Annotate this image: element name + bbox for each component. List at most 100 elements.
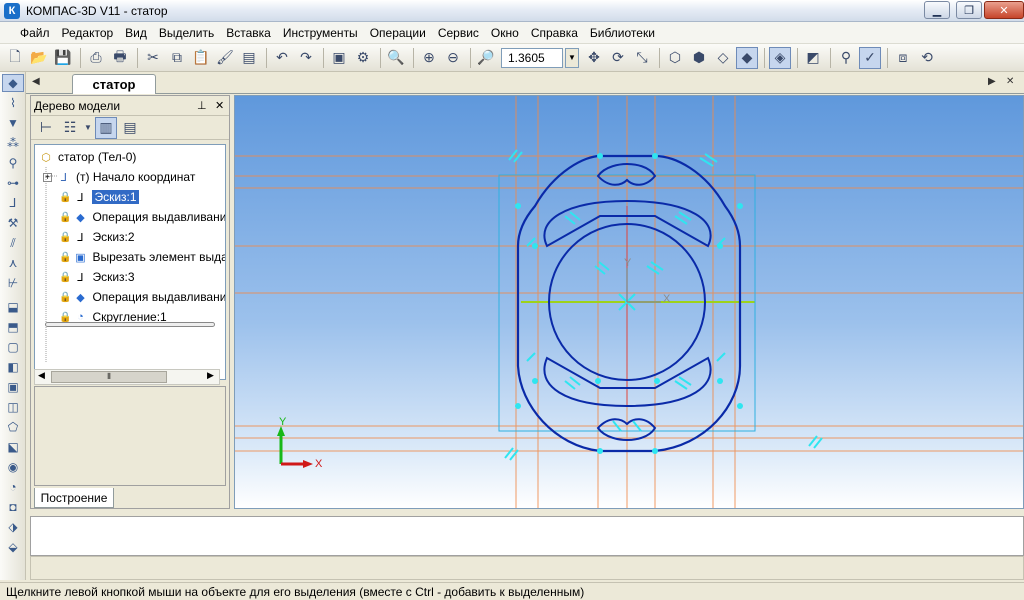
auxiliary-geometry-icon[interactable]: ⚲ [2, 154, 24, 172]
tree-node-extrude-1[interactable]: 🔒 ◆ Операция выдавливания:1 [59, 207, 225, 227]
cut-rotate-tool-icon[interactable]: ◫ [2, 398, 24, 416]
redo-icon[interactable]: ↷ [295, 47, 317, 69]
print-preview-icon[interactable]: ⎙ [85, 47, 107, 69]
tab-construction[interactable]: Построение [34, 488, 114, 508]
tree-view-mode-icon[interactable]: ☷ [59, 117, 81, 139]
tree-structure-icon[interactable]: ⊢ [35, 117, 57, 139]
refresh-icon[interactable]: ⟲ [916, 47, 938, 69]
tab-close-icon[interactable]: ✕ [1006, 76, 1014, 87]
undo-icon[interactable]: ↶ [271, 47, 293, 69]
tab-stator[interactable]: статор [72, 74, 156, 94]
scroll-right-icon[interactable]: ▶ [207, 370, 214, 381]
editing-mode-icon[interactable]: ◆ [2, 74, 24, 92]
diagnostics-icon[interactable]: ⅃ [2, 194, 24, 212]
rotate-tool-icon[interactable]: ⬒ [2, 318, 24, 336]
constraints-icon[interactable]: ⊬ [2, 274, 24, 292]
open-folder-icon[interactable]: 📂 [28, 47, 50, 69]
tab-scroll-left-icon[interactable]: ◀ [32, 76, 40, 87]
cut-kinematic-tool-icon[interactable]: ⬠ [2, 418, 24, 436]
wireframe-icon[interactable]: ⬡ [664, 47, 686, 69]
loft-tool-icon[interactable]: ◧ [2, 358, 24, 376]
zoom-input[interactable]: 1.3605 [501, 47, 563, 68]
menu-help[interactable]: Справка [525, 26, 584, 40]
sketch-icon: ⅃ [77, 271, 84, 284]
pin-icon[interactable]: ⊥ [197, 99, 207, 112]
minimize-button[interactable]: ▁ [924, 1, 950, 19]
tree-horizontal-scrollbar[interactable]: ◀ ⦀ ▶ [34, 369, 220, 385]
orientation-icon[interactable]: ⤡ [631, 47, 653, 69]
menu-file[interactable]: Файл [14, 26, 56, 40]
expand-icon[interactable]: + [43, 172, 52, 182]
tree-view-dropdown-icon[interactable]: ▼ [83, 117, 93, 139]
restore-button[interactable]: ❐ [956, 1, 982, 19]
tab-scroll-right-icon[interactable]: ▶ [988, 76, 996, 87]
save-icon[interactable]: 💾 [52, 47, 74, 69]
settings-icon[interactable]: ⚙ [352, 47, 374, 69]
print-icon[interactable]: 🖶 [109, 47, 131, 69]
list-icon[interactable]: ▤ [238, 47, 260, 69]
zoom-dynamic-icon[interactable]: 🔎 [475, 47, 497, 69]
menu-service[interactable]: Сервис [432, 26, 485, 40]
close-button[interactable]: ✕ [984, 1, 1024, 19]
tree-node-sketch-2[interactable]: 🔒 ⅃ Эскиз:2 [59, 227, 135, 247]
hole-tool-icon[interactable]: ◉ [2, 458, 24, 476]
model-viewport[interactable]: Y X Y X [234, 95, 1024, 509]
filter-icon[interactable]: ⚲ [835, 47, 857, 69]
snap-icon[interactable]: ✓ [859, 46, 881, 69]
thin-lines-icon[interactable]: ◇ [712, 47, 734, 69]
shaded-icon[interactable]: ◆ [736, 46, 758, 69]
scroll-left-icon[interactable]: ◀ [38, 370, 45, 381]
shell-tool-icon[interactable]: ⬙ [2, 538, 24, 556]
tree-node-extrude-2[interactable]: 🔒 ◆ Операция выдавливания:2 [59, 287, 225, 307]
menu-view[interactable]: Вид [119, 26, 153, 40]
tree-sequence-icon[interactable]: ▥ [95, 116, 117, 139]
manager-icon[interactable]: ▣ [328, 47, 350, 69]
zoom-dropdown-arrow[interactable]: ▼ [565, 47, 579, 68]
kinematic-tool-icon[interactable]: ▢ [2, 338, 24, 356]
tree-inner-scrollbar[interactable] [45, 322, 215, 327]
rotate-icon[interactable]: ⟳ [607, 47, 629, 69]
tree-node-sketch-1[interactable]: 🔒 ⅃ Эскиз:1 [59, 187, 139, 207]
scroll-thumb[interactable]: ⦀ [51, 371, 167, 383]
tree-node-cut-1[interactable]: 🔒 ▣ Вырезать элемент выдавливания:1 [59, 247, 225, 267]
tree-node-origin[interactable]: + ⅃ (т) Начало координат [43, 167, 195, 187]
new-document-icon[interactable]: 🗋 [4, 47, 26, 69]
menu-operations[interactable]: Операции [364, 26, 432, 40]
menu-tools[interactable]: Инструменты [277, 26, 364, 40]
cut-extrude-tool-icon[interactable]: ▣ [2, 378, 24, 396]
chamfer-tool-icon[interactable]: ◘ [2, 498, 24, 516]
zoom-in-icon[interactable]: ⊕ [418, 47, 440, 69]
surfaces-icon[interactable]: ▼ [2, 114, 24, 132]
menu-insert[interactable]: Вставка [220, 26, 277, 40]
spatial-curves-icon[interactable]: ⌇ [2, 94, 24, 112]
arrays-icon[interactable]: ⁂ [2, 134, 24, 152]
designations-icon[interactable]: ⋏ [2, 254, 24, 272]
copy-icon[interactable]: ⧉ [166, 47, 188, 69]
tree-node-part[interactable]: ⬡ статор (Тел-0) [38, 147, 136, 167]
rib-tool-icon[interactable]: ⬗ [2, 518, 24, 536]
measure-icon[interactable]: ⊶ [2, 174, 24, 192]
menu-window[interactable]: Окно [485, 26, 525, 40]
cut-loft-tool-icon[interactable]: ⬕ [2, 438, 24, 456]
perspective-icon[interactable]: ◩ [802, 47, 824, 69]
properties-brush-icon[interactable]: 🖌 [214, 47, 236, 69]
tree-history-icon[interactable]: ▤ [119, 117, 141, 139]
extrude-tool-icon[interactable]: ⬓ [2, 298, 24, 316]
menu-libraries[interactable]: Библиотеки [584, 26, 661, 40]
zoom-window-icon[interactable]: 🔍 [385, 47, 407, 69]
lock-icon: 🔒 [59, 311, 72, 323]
tree-node-sketch-3[interactable]: 🔒 ⅃ Эскиз:3 [59, 267, 135, 287]
dimensions-icon[interactable]: ⫽ [2, 234, 24, 252]
hidden-lines-icon[interactable]: ⬢ [688, 47, 710, 69]
menu-select[interactable]: Выделить [153, 26, 220, 40]
shaded-edges-icon[interactable]: ◈ [769, 46, 791, 69]
menu-edit[interactable]: Редактор [56, 26, 120, 40]
panel-close-icon[interactable]: ✕ [215, 99, 224, 112]
library-icon[interactable]: ⧈ [892, 47, 914, 69]
sheet-metal-icon[interactable]: ⚒ [2, 214, 24, 232]
paste-icon[interactable]: 📋 [190, 47, 212, 69]
cut-icon[interactable]: ✂ [142, 47, 164, 69]
pan-icon[interactable]: ✥ [583, 47, 605, 69]
zoom-out-icon[interactable]: ⊖ [442, 47, 464, 69]
fillet-tool-icon[interactable]: ◔ [2, 478, 24, 496]
